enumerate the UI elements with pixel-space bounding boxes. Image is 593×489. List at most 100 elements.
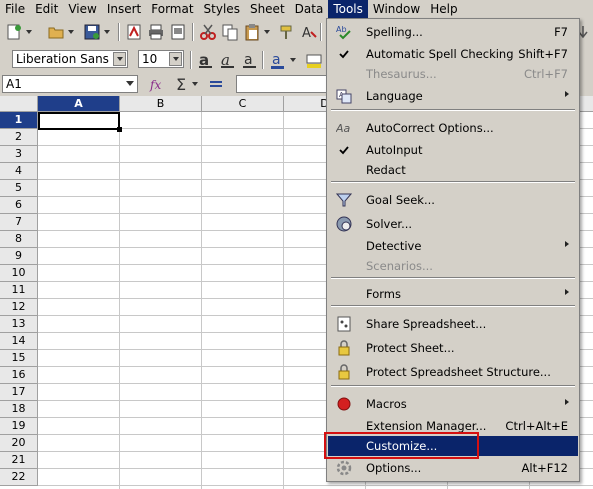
- font-name-box[interactable]: Liberation Sans: [12, 50, 128, 68]
- export-pdf-icon[interactable]: [124, 22, 144, 42]
- row-header-5[interactable]: 5: [0, 180, 38, 197]
- menu-styles[interactable]: Styles: [199, 0, 245, 18]
- sum-icon[interactable]: Σ: [172, 74, 192, 94]
- lock-icon: [336, 364, 352, 380]
- menu-item-autocorrect-options[interactable]: Aa AutoCorrect Options...: [328, 118, 578, 138]
- menu-item-protect-sheet[interactable]: Protect Sheet...: [328, 338, 578, 358]
- highlight-icon[interactable]: [304, 50, 324, 70]
- row-header-17[interactable]: 17: [0, 384, 38, 401]
- formula-input[interactable]: [236, 75, 336, 93]
- share-icon: [336, 316, 352, 332]
- menu-window[interactable]: Window: [368, 0, 425, 18]
- menu-item-spelling[interactable]: Ab Spelling... F7: [328, 22, 578, 42]
- row-header-19[interactable]: 19: [0, 418, 38, 435]
- row-header-7[interactable]: 7: [0, 214, 38, 231]
- menu-edit[interactable]: Edit: [30, 0, 63, 18]
- menu-tools[interactable]: Tools: [328, 0, 368, 18]
- shortcut-label: F7: [554, 25, 568, 39]
- clone-formatting-icon[interactable]: [276, 22, 296, 42]
- select-all-corner[interactable]: [0, 96, 38, 112]
- menu-item-label: Protect Sheet...: [366, 341, 455, 355]
- save-dropdown-icon[interactable]: [102, 22, 112, 42]
- new-document-icon[interactable]: [4, 22, 24, 42]
- row-header-18[interactable]: 18: [0, 401, 38, 418]
- row-header-22[interactable]: 22: [0, 469, 38, 486]
- open-dropdown-icon[interactable]: [66, 22, 76, 42]
- column-header-b[interactable]: B: [120, 96, 202, 112]
- menu-item-options[interactable]: Options... Alt+F12: [328, 458, 578, 478]
- row-header-21[interactable]: 21: [0, 452, 38, 469]
- font-size-box[interactable]: 10: [138, 50, 184, 68]
- italic-icon[interactable]: a: [218, 50, 238, 70]
- paste-icon[interactable]: [242, 22, 262, 42]
- menu-item-forms[interactable]: Forms: [328, 284, 578, 304]
- menu-item-label: Share Spreadsheet...: [366, 317, 487, 331]
- row-header-2[interactable]: 2: [0, 129, 38, 146]
- row-header-10[interactable]: 10: [0, 265, 38, 282]
- row-header-16[interactable]: 16: [0, 367, 38, 384]
- menu-help[interactable]: Help: [425, 0, 462, 18]
- formula-icon[interactable]: [206, 74, 226, 94]
- menu-file[interactable]: File: [0, 0, 30, 18]
- row-header-8[interactable]: 8: [0, 231, 38, 248]
- menu-item-redact[interactable]: Redact: [328, 160, 578, 180]
- menu-sheet[interactable]: Sheet: [245, 0, 290, 18]
- row-header-4[interactable]: 4: [0, 163, 38, 180]
- copy-icon[interactable]: [220, 22, 240, 42]
- menu-view[interactable]: View: [63, 0, 101, 18]
- menu-item-share-spreadsheet[interactable]: Share Spreadsheet...: [328, 314, 578, 334]
- menu-item-protect-spreadsheet-structure[interactable]: Protect Spreadsheet Structure...: [328, 362, 578, 382]
- row-header-12[interactable]: 12: [0, 299, 38, 316]
- menu-separator: [331, 277, 575, 279]
- chevron-down-icon[interactable]: [113, 52, 126, 66]
- submenu-arrow-icon: [564, 284, 570, 304]
- menu-item-solver[interactable]: Solver...: [328, 214, 578, 234]
- chevron-down-icon[interactable]: [169, 52, 182, 66]
- row-header-9[interactable]: 9: [0, 248, 38, 265]
- menu-item-detective[interactable]: Detective: [328, 236, 578, 256]
- row-header-3[interactable]: 3: [0, 146, 38, 163]
- sum-dropdown-icon[interactable]: [190, 74, 200, 94]
- cut-icon[interactable]: [198, 22, 218, 42]
- column-header-a[interactable]: A: [38, 96, 120, 112]
- menu-item-goal-seek[interactable]: Goal Seek...: [328, 190, 578, 210]
- menu-item-label: Detective: [366, 239, 422, 253]
- menu-item-autoinput[interactable]: AutoInput: [328, 140, 578, 160]
- function-wizard-icon[interactable]: fx: [148, 74, 168, 94]
- paste-dropdown-icon[interactable]: [262, 22, 272, 42]
- new-dropdown-icon[interactable]: [24, 22, 34, 42]
- row-header-1[interactable]: 1: [0, 112, 38, 129]
- cell-cursor-a1[interactable]: [38, 112, 122, 132]
- bold-icon[interactable]: a: [196, 50, 216, 70]
- shortcut-label: Shift+F7: [518, 47, 568, 61]
- chevron-down-icon[interactable]: [125, 77, 135, 93]
- save-icon[interactable]: [82, 22, 102, 42]
- menu-insert[interactable]: Insert: [102, 0, 146, 18]
- menu-item-label: Scenarios...: [366, 259, 433, 273]
- font-color-dropdown-icon[interactable]: [288, 50, 298, 70]
- clear-formatting-icon[interactable]: A: [298, 22, 318, 42]
- menu-format[interactable]: Format: [146, 0, 198, 18]
- column-header-c[interactable]: C: [202, 96, 284, 112]
- row-header-13[interactable]: 13: [0, 316, 38, 333]
- menu-item-macros[interactable]: Macros: [328, 394, 578, 414]
- open-folder-icon[interactable]: [46, 22, 66, 42]
- row-header-15[interactable]: 15: [0, 350, 38, 367]
- name-box[interactable]: A1: [2, 75, 138, 93]
- menu-separator: [331, 181, 575, 183]
- row-header-6[interactable]: 6: [0, 197, 38, 214]
- tools-menu: Ab Spelling... F7 Automatic Spell Checking S…: [326, 18, 580, 482]
- row-header-14[interactable]: 14: [0, 333, 38, 350]
- print-preview-icon[interactable]: [168, 22, 188, 42]
- row-header-20[interactable]: 20: [0, 435, 38, 452]
- print-icon[interactable]: [146, 22, 166, 42]
- options-gear-icon: [336, 460, 352, 476]
- svg-text:fx: fx: [149, 78, 161, 92]
- menu-item-automatic-spell-checking[interactable]: Automatic Spell Checking Shift+F7: [328, 44, 578, 64]
- menu-item-label: AutoInput: [366, 143, 423, 157]
- menu-item-language[interactable]: A Language: [328, 86, 578, 106]
- row-header-11[interactable]: 11: [0, 282, 38, 299]
- font-color-icon[interactable]: a: [268, 50, 288, 70]
- menu-data[interactable]: Data: [290, 0, 329, 18]
- underline-icon[interactable]: a: [240, 50, 260, 70]
